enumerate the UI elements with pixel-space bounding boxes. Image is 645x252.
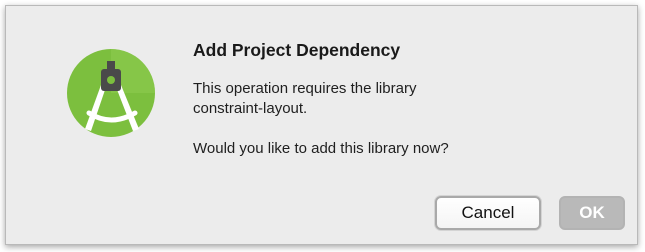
dialog-message: This operation requires the library cons… [193,79,573,159]
ok-button[interactable]: OK [559,196,625,230]
dialog-title: Add Project Dependency [193,40,401,60]
add-dependency-dialog: Add Project Dependency This operation re… [5,5,638,245]
cancel-button[interactable]: Cancel [435,196,541,230]
android-studio-icon [61,43,161,143]
message-line-1: This operation requires the library [193,80,417,97]
confirmation-question: Would you like to add this library now? [193,140,449,157]
message-line-2: constraint-layout. [193,100,308,117]
